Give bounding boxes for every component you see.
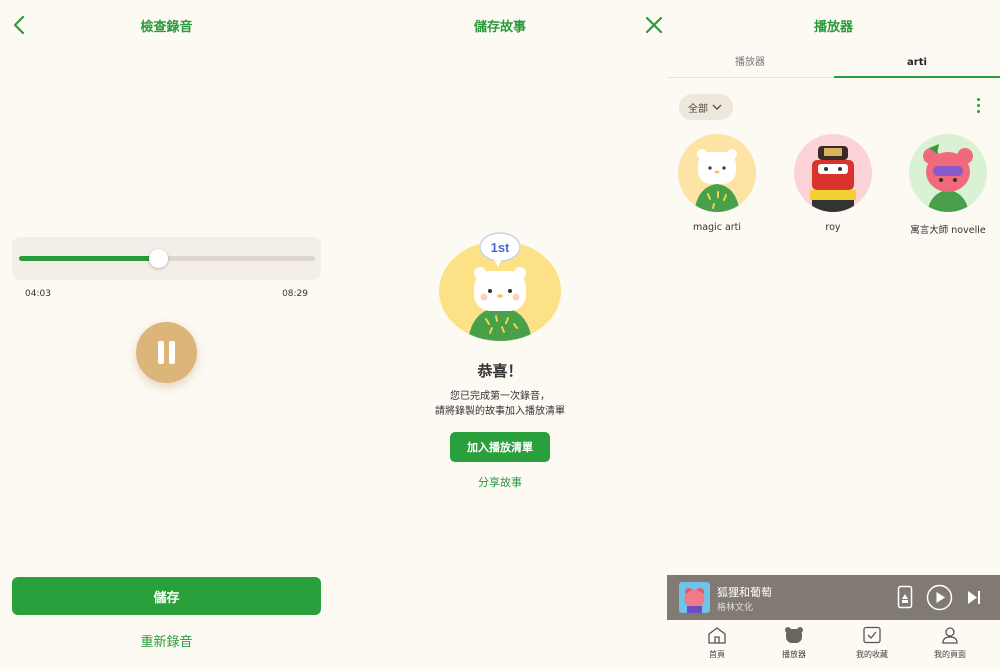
nav-label: 播放器: [782, 650, 806, 659]
progress-knob[interactable]: [149, 249, 169, 268]
nav-favorites[interactable]: 我的收藏: [842, 626, 902, 660]
bear-head-icon: [785, 627, 803, 643]
player-screen: 播放器 播放器 arti 全部 magic arti roy 寓言大師 nove…: [645, 0, 1000, 671]
more-options-icon[interactable]: [974, 98, 982, 116]
current-time: 04:03: [25, 289, 51, 299]
congrats-heading: 恭喜！: [477, 362, 523, 380]
profile-icon: [942, 627, 958, 644]
review-recording-screen: 檢查錄音 04:03 08:29 儲存 重新錄音: [0, 0, 333, 671]
page-title: 播放器: [813, 19, 853, 35]
filter-dropdown[interactable]: 全部: [679, 94, 733, 120]
character-name: magic arti: [692, 222, 742, 233]
rerecord-link[interactable]: 重新錄音: [0, 631, 333, 650]
save-story-screen: 儲存故事 1st 恭喜！ 您已完成第一次錄音， 請將錄製的故事加入播放清單 加入…: [333, 0, 667, 671]
chevron-down-icon: [712, 104, 722, 110]
mini-player[interactable]: 狐狸和葡萄 格林文化: [667, 575, 1000, 620]
message-line-1: 您已完成第一次錄音，: [450, 391, 550, 402]
character-avatar: [794, 134, 872, 212]
tab-player[interactable]: 播放器: [667, 50, 833, 78]
character-name: roy: [825, 222, 841, 233]
total-time: 08:29: [282, 289, 308, 299]
character-avatar: [909, 134, 987, 212]
device-icon[interactable]: [897, 585, 913, 609]
filter-label: 全部: [688, 103, 708, 115]
back-arrow-icon[interactable]: [8, 13, 32, 37]
header: 儲存故事: [333, 0, 667, 50]
pause-button[interactable]: [136, 322, 197, 383]
play-icon[interactable]: [926, 584, 953, 611]
nav-home[interactable]: 首頁: [687, 626, 747, 660]
message-line-2: 請將錄製的故事加入播放清單: [435, 406, 565, 417]
skip-next-icon[interactable]: [966, 589, 982, 606]
progress-container: [12, 237, 321, 280]
nav-player[interactable]: 播放器: [764, 626, 824, 660]
now-playing-title: 狐狸和葡萄: [717, 586, 772, 599]
tab-arti[interactable]: arti: [834, 50, 1000, 78]
bear-mascot-illustration: 1st: [439, 232, 561, 341]
progress-fill: [19, 256, 159, 261]
nav-label: 我的收藏: [856, 650, 888, 659]
page-title: 儲存故事: [473, 19, 526, 35]
nav-label: 我的頁面: [934, 650, 966, 659]
bear-character-icon: [694, 149, 740, 212]
save-button[interactable]: 儲存: [12, 577, 321, 615]
pause-icon: [158, 341, 164, 364]
favorites-box-icon: [863, 626, 881, 644]
novelle-character-icon: [923, 144, 973, 212]
header: 播放器: [645, 0, 1000, 50]
home-icon: [708, 627, 726, 644]
add-to-playlist-button[interactable]: 加入播放清單: [450, 432, 550, 462]
page-title: 檢查錄音: [140, 19, 193, 35]
tab-bar: 播放器 arti: [667, 50, 1000, 78]
bottom-navigation: 首頁 播放器 我的收藏 我的頁面: [667, 620, 1000, 671]
header: 檢查錄音: [0, 0, 333, 50]
close-icon[interactable]: [642, 13, 666, 37]
nav-my-page[interactable]: 我的頁面: [920, 626, 980, 660]
character-card-novelle[interactable]: 寓言大師 novelle: [908, 134, 988, 236]
nav-label: 首頁: [709, 650, 725, 659]
character-avatar: [678, 134, 756, 212]
album-art: [679, 582, 710, 613]
character-card-roy[interactable]: roy: [793, 134, 873, 233]
share-story-link[interactable]: 分享故事: [333, 474, 667, 490]
character-name: 寓言大師 novelle: [910, 225, 986, 236]
robot-car-icon: [810, 146, 856, 212]
now-playing-subtitle: 格林文化: [717, 603, 754, 613]
first-badge: 1st: [491, 240, 510, 255]
character-card-magic-arti[interactable]: magic arti: [677, 134, 757, 233]
